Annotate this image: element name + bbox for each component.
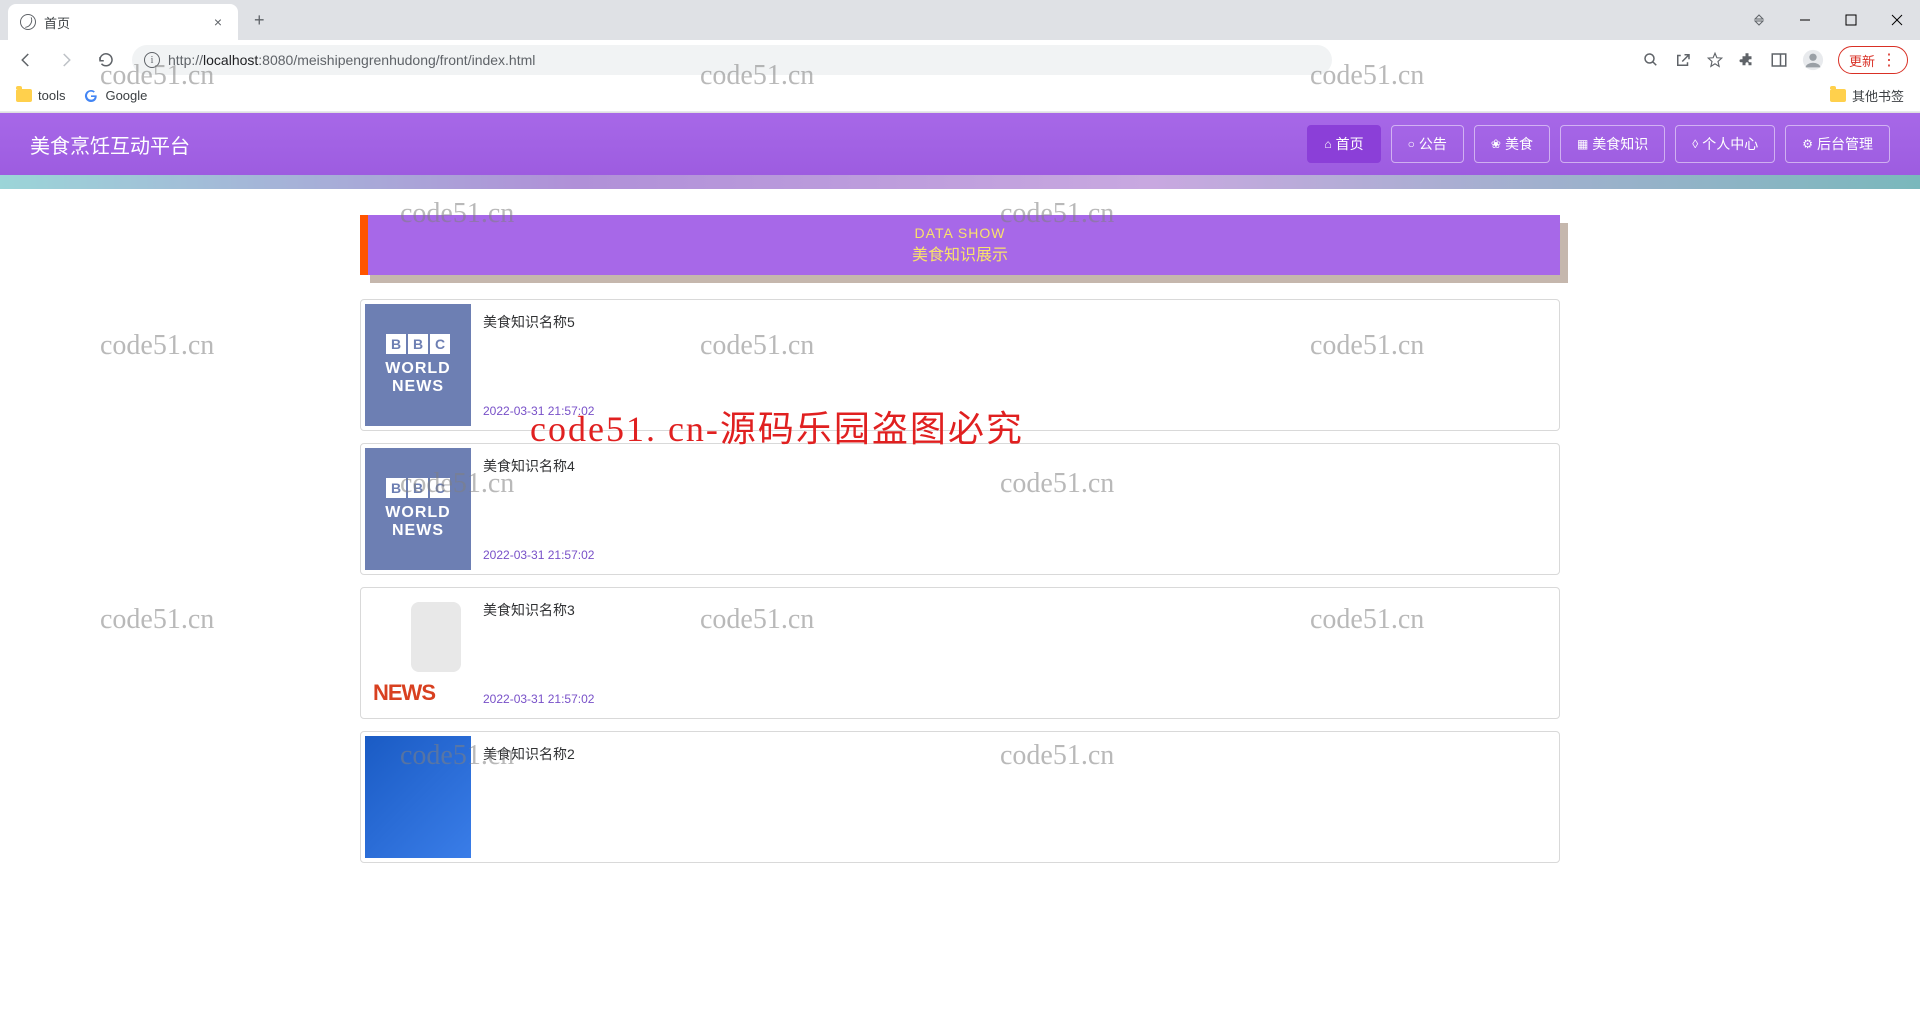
nav-icon: ⚙: [1802, 137, 1813, 151]
menu-dots-icon: ⋮: [1881, 50, 1897, 70]
new-tab-button[interactable]: +: [246, 6, 273, 35]
bookmark-label: Google: [105, 88, 147, 103]
zoom-icon[interactable]: [1642, 51, 1660, 69]
close-window-icon[interactable]: [1874, 0, 1920, 40]
bookmark-label: 其他书签: [1852, 86, 1904, 105]
browser-chrome: 首页 × + i http://localhost:8080/meishipen…: [0, 0, 1920, 113]
bookmark-other[interactable]: 其他书签: [1830, 86, 1904, 105]
maximize-icon[interactable]: [1828, 0, 1874, 40]
nav-label: 后台管理: [1817, 134, 1873, 154]
profile-icon[interactable]: [1802, 49, 1824, 71]
card-body: 美食知识名称2: [471, 736, 1555, 858]
nav-label: 美食知识: [1592, 134, 1648, 154]
list-item[interactable]: NEWS 美食知识名称3 2022-03-31 21:57:02: [360, 587, 1560, 719]
folder-icon: [1830, 89, 1846, 102]
list-item[interactable]: BBCWORLDNEWS 美食知识名称4 2022-03-31 21:57:02: [360, 443, 1560, 575]
address-bar: i http://localhost:8080/meishipengrenhud…: [0, 40, 1920, 80]
card-body: 美食知识名称5 2022-03-31 21:57:02: [471, 304, 1555, 426]
thumbnail-blue: [365, 736, 471, 858]
hero-banner: [0, 175, 1920, 189]
google-icon: [83, 88, 99, 104]
section-header: DATA SHOW 美食知识展示: [360, 215, 1560, 275]
list-item[interactable]: 美食知识名称2: [360, 731, 1560, 863]
card-date: 2022-03-31 21:57:02: [483, 404, 1543, 418]
bookmarks-bar: tools Google 其他书签: [0, 80, 1920, 112]
bookmark-star-icon[interactable]: [1706, 51, 1724, 69]
tab-bar: 首页 × +: [0, 0, 1920, 40]
forward-button[interactable]: [52, 46, 80, 74]
nav-link-5[interactable]: ⚙ 后台管理: [1785, 125, 1890, 163]
card-title: 美食知识名称4: [483, 456, 1543, 476]
nav-icon: ▦: [1577, 137, 1588, 151]
extensions-icon[interactable]: [1738, 51, 1756, 69]
card-date: 2022-03-31 21:57:02: [483, 548, 1543, 562]
nav-link-1[interactable]: ○ 公告: [1391, 125, 1464, 163]
bookmark-google[interactable]: Google: [83, 88, 147, 104]
card-title: 美食知识名称2: [483, 744, 1543, 764]
accent-bar: [360, 215, 368, 275]
nav-icon: ⌂: [1324, 137, 1331, 151]
brand-title: 美食烹饪互动平台: [30, 130, 190, 159]
nav-icon: ◊: [1692, 137, 1698, 151]
update-button[interactable]: 更新 ⋮: [1838, 46, 1908, 74]
nav-icon: ○: [1408, 137, 1415, 151]
section-subtitle: DATA SHOW: [915, 225, 1006, 241]
thumbnail-bbc: BBCWORLDNEWS: [365, 448, 471, 570]
nav-link-2[interactable]: ❀ 美食: [1474, 125, 1550, 163]
bookmark-tools[interactable]: tools: [16, 88, 65, 103]
site-info-icon[interactable]: i: [144, 52, 160, 68]
main-nav: 美食烹饪互动平台 ⌂ 首页 ○ 公告 ❀ 美食 ▦ 美食知识 ◊ 个人中心 ⚙ 后台管理: [0, 113, 1920, 175]
nav-label: 公告: [1419, 134, 1447, 154]
close-tab-icon[interactable]: ×: [210, 14, 226, 30]
url-field[interactable]: i http://localhost:8080/meishipengrenhud…: [132, 45, 1332, 75]
nav-link-4[interactable]: ◊ 个人中心: [1675, 125, 1775, 163]
share-icon[interactable]: [1674, 51, 1692, 69]
tab-search-icon[interactable]: [1736, 0, 1782, 40]
update-label: 更新: [1849, 51, 1875, 70]
list-item[interactable]: BBCWORLDNEWS 美食知识名称5 2022-03-31 21:57:02: [360, 299, 1560, 431]
browser-tab[interactable]: 首页 ×: [8, 4, 238, 40]
nav-label: 个人中心: [1702, 134, 1758, 154]
side-panel-icon[interactable]: [1770, 51, 1788, 69]
bookmark-label: tools: [38, 88, 65, 103]
thumbnail-bbc: BBCWORLDNEWS: [365, 304, 471, 426]
nav-label: 美食: [1505, 134, 1533, 154]
nav-link-3[interactable]: ▦ 美食知识: [1560, 125, 1665, 163]
content-area: DATA SHOW 美食知识展示 BBCWORLDNEWS 美食知识名称5 2022…: [360, 215, 1560, 863]
tab-title: 首页: [44, 13, 202, 32]
section-title: 美食知识展示: [912, 241, 1008, 265]
reload-button[interactable]: [92, 46, 120, 74]
window-controls: [1736, 0, 1920, 40]
card-body: 美食知识名称3 2022-03-31 21:57:02: [471, 592, 1555, 714]
card-date: 2022-03-31 21:57:02: [483, 692, 1543, 706]
url-text: http://localhost:8080/meishipengrenhudon…: [168, 52, 535, 68]
nav-label: 首页: [1336, 134, 1364, 154]
folder-icon: [16, 89, 32, 102]
card-list: BBCWORLDNEWS美食知识名称52022-03-31 21:57:02BB…: [360, 299, 1560, 863]
globe-icon: [20, 14, 36, 30]
page-content: 美食烹饪互动平台 ⌂ 首页 ○ 公告 ❀ 美食 ▦ 美食知识 ◊ 个人中心 ⚙ 后台管理 DATA S…: [0, 113, 1920, 863]
nav-link-0[interactable]: ⌂ 首页: [1307, 125, 1380, 163]
minimize-icon[interactable]: [1782, 0, 1828, 40]
nav-icon: ❀: [1491, 137, 1501, 151]
thumbnail-news: NEWS: [365, 592, 471, 714]
card-title: 美食知识名称5: [483, 312, 1543, 332]
back-button[interactable]: [12, 46, 40, 74]
card-title: 美食知识名称3: [483, 600, 1543, 620]
card-body: 美食知识名称4 2022-03-31 21:57:02: [471, 448, 1555, 570]
